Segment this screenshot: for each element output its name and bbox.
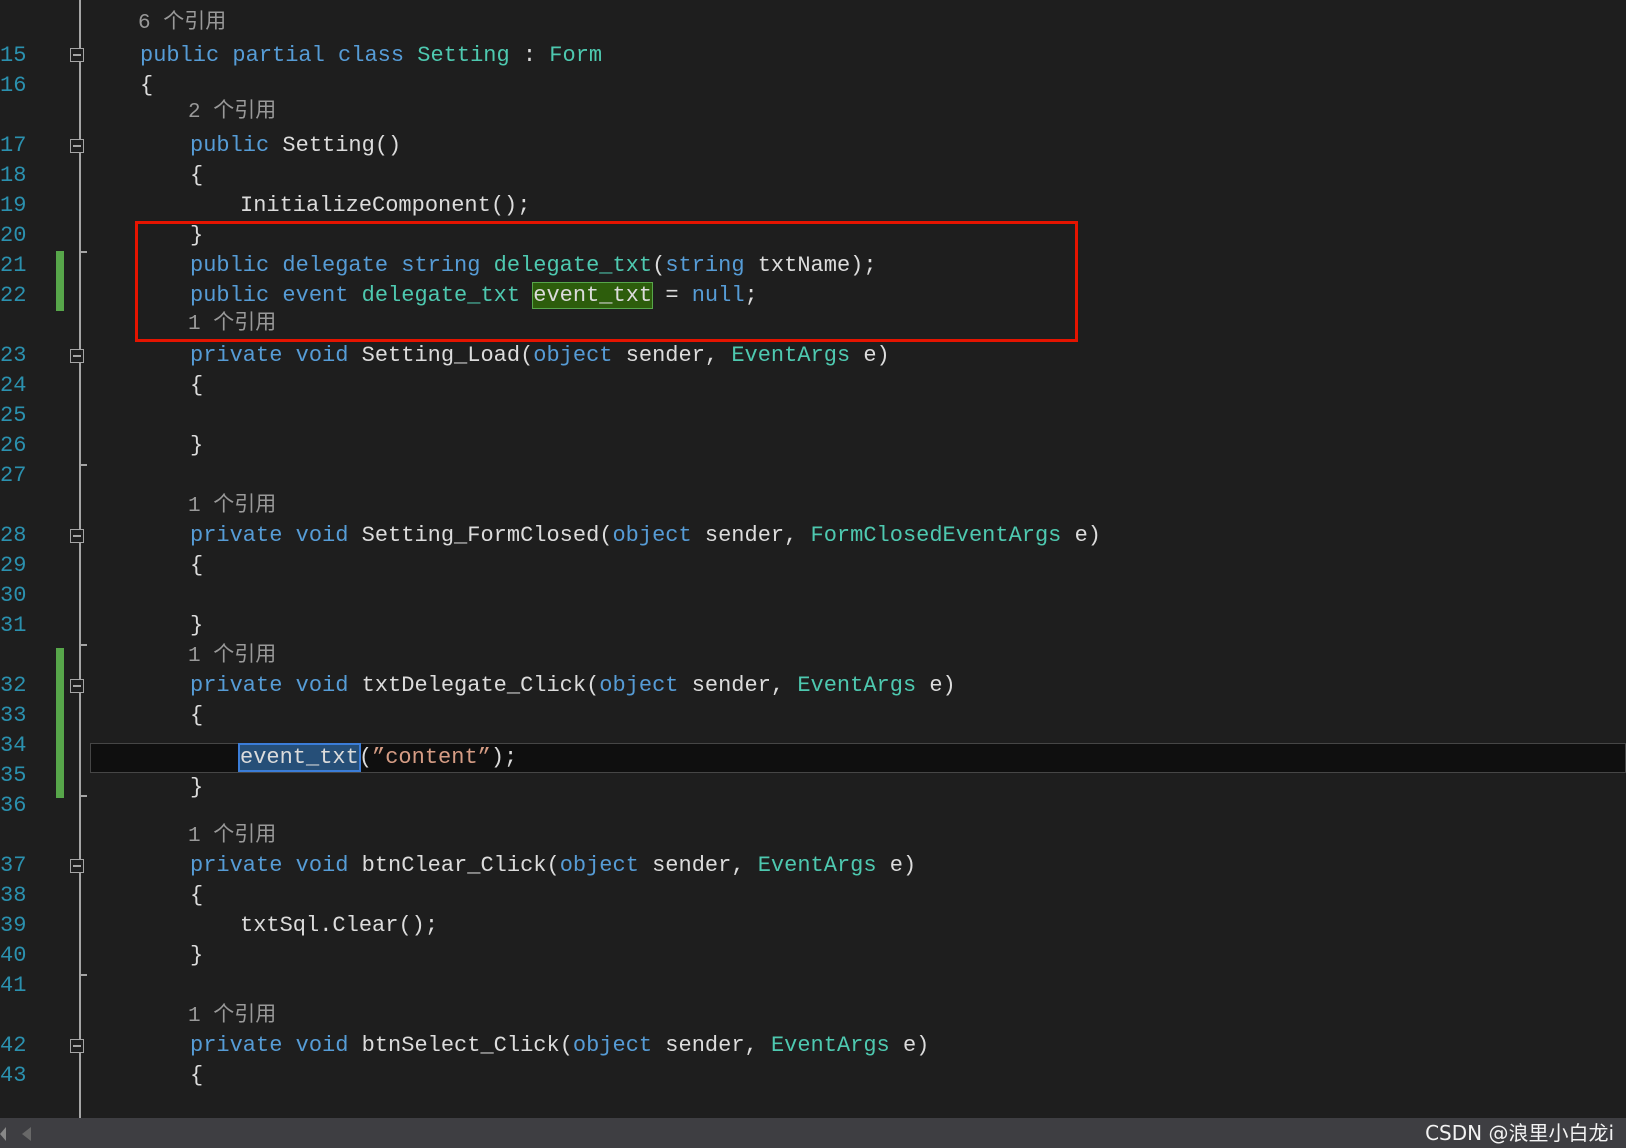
outline-end-tick — [79, 251, 87, 253]
selected-text: event_txt — [238, 743, 361, 772]
outline-end-tick — [79, 644, 87, 646]
line-number: 27 — [0, 463, 27, 488]
code-line[interactable]: { — [190, 701, 203, 731]
code-editor[interactable]: 15 16 17 18 19 20 21 22 23 24 25 26 27 2… — [0, 0, 1626, 1118]
line-number: 34 — [0, 733, 27, 758]
code-line[interactable]: private void Setting_Load(object sender,… — [190, 341, 890, 371]
line-number: 15 — [0, 43, 27, 68]
reference-count[interactable]: 1 个引用 — [188, 1003, 276, 1031]
reference-count[interactable]: 1 个引用 — [188, 643, 276, 671]
outline-end-tick — [79, 795, 87, 797]
code-line[interactable]: private void btnSelect_Click(object send… — [190, 1031, 929, 1061]
reference-count[interactable]: 1 个引用 — [188, 493, 276, 521]
code-line[interactable]: private void Setting_FormClosed(object s… — [190, 521, 1101, 551]
code-line[interactable]: } — [190, 431, 203, 461]
line-number: 30 — [0, 583, 27, 608]
line-number: 43 — [0, 1063, 27, 1088]
line-number: 29 — [0, 553, 27, 578]
code-line[interactable]: } — [190, 773, 203, 803]
line-number: 21 — [0, 253, 27, 278]
line-number: 24 — [0, 373, 27, 398]
line-number: 23 — [0, 343, 27, 368]
line-number: 28 — [0, 523, 27, 548]
line-number: 35 — [0, 763, 27, 788]
line-number: 40 — [0, 943, 27, 968]
line-number: 33 — [0, 703, 27, 728]
line-number: 25 — [0, 403, 27, 428]
horizontal-scrollbar[interactable] — [0, 1118, 1626, 1148]
change-marker — [56, 251, 64, 311]
code-line[interactable]: public Setting() — [190, 131, 401, 161]
line-number: 16 — [0, 73, 27, 98]
collapse-icon[interactable] — [70, 859, 84, 873]
code-line[interactable]: InitializeComponent(); — [240, 191, 530, 221]
watermark: CSDN @浪里小白龙i — [1425, 1121, 1614, 1145]
code-line[interactable]: { — [190, 881, 203, 911]
code-line[interactable]: event_txt(”content”); — [238, 743, 517, 773]
code-line[interactable]: } — [190, 611, 203, 641]
collapse-icon[interactable] — [70, 1039, 84, 1053]
code-line[interactable]: { — [190, 371, 203, 401]
code-line[interactable]: { — [190, 161, 203, 191]
code-line[interactable]: private void btnClear_Click(object sende… — [190, 851, 916, 881]
line-number: 42 — [0, 1033, 27, 1058]
collapse-icon[interactable] — [70, 679, 84, 693]
line-number: 37 — [0, 853, 27, 878]
outline-guide — [79, 0, 81, 1118]
collapse-icon[interactable] — [70, 139, 84, 153]
collapse-icon[interactable] — [70, 48, 84, 62]
reference-count[interactable]: 6 个引用 — [138, 10, 226, 38]
line-number: 39 — [0, 913, 27, 938]
collapse-icon[interactable] — [70, 349, 84, 363]
code-line[interactable]: { — [190, 551, 203, 581]
line-number: 26 — [0, 433, 27, 458]
line-number: 38 — [0, 883, 27, 908]
code-line[interactable]: public partial class Setting : Form — [140, 41, 602, 71]
line-number: 41 — [0, 973, 27, 998]
line-number: 17 — [0, 133, 27, 158]
line-number: 22 — [0, 283, 27, 308]
scroll-left-icon[interactable] — [22, 1127, 31, 1141]
code-line[interactable]: txtSql.Clear(); — [240, 911, 438, 941]
reference-count[interactable]: 2 个引用 — [188, 99, 276, 127]
line-number: 18 — [0, 163, 27, 188]
code-line[interactable]: private void txtDelegate_Click(object se… — [190, 671, 956, 701]
outline-end-tick — [79, 464, 87, 466]
code-line[interactable]: { — [140, 71, 153, 101]
collapse-icon[interactable] — [70, 529, 84, 543]
annotation-rectangle — [135, 221, 1078, 342]
line-number: 19 — [0, 193, 27, 218]
line-number: 36 — [0, 793, 27, 818]
code-line[interactable]: } — [190, 941, 203, 971]
reference-count[interactable]: 1 个引用 — [188, 823, 276, 851]
line-number: 20 — [0, 223, 27, 248]
line-number: 31 — [0, 613, 27, 638]
code-line[interactable]: { — [190, 1061, 203, 1091]
scroll-left-arrow-icon[interactable] — [0, 1127, 6, 1141]
change-marker — [56, 648, 64, 798]
line-number: 32 — [0, 673, 27, 698]
outline-end-tick — [79, 974, 87, 976]
